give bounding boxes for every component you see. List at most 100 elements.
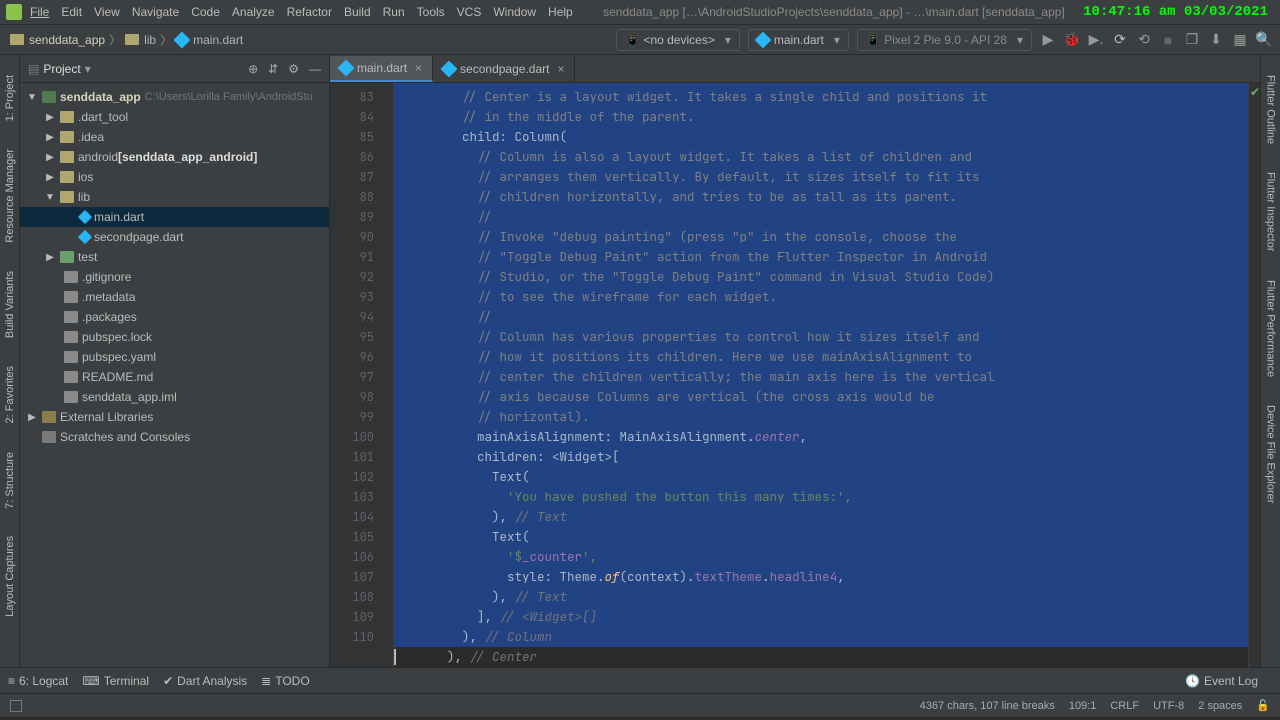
- app-logo-icon: [6, 4, 22, 20]
- tree-item[interactable]: .metadata: [20, 287, 329, 307]
- tool-flutter-inspector[interactable]: Flutter Inspector: [1265, 172, 1277, 251]
- status-line-ending[interactable]: CRLF: [1110, 700, 1139, 712]
- settings-gear-icon[interactable]: ⚙: [288, 62, 299, 76]
- status-lock-icon[interactable]: 🔓: [1256, 699, 1270, 712]
- tree-item[interactable]: ▶.dart_tool: [20, 107, 329, 127]
- search-everywhere-button[interactable]: 🔍: [1255, 31, 1273, 48]
- menu-build[interactable]: Build: [344, 5, 371, 19]
- menu-code[interactable]: Code: [191, 5, 220, 19]
- dart-icon: [754, 31, 771, 48]
- navigation-toolbar: senddata_app 〉 lib 〉 main.dart 📱 <no dev…: [0, 25, 1280, 55]
- tree-item[interactable]: senddata_app.iml: [20, 387, 329, 407]
- tree-item-main-dart[interactable]: main.dart: [20, 207, 329, 227]
- project-icon: [10, 34, 24, 45]
- tree-item[interactable]: ▼lib: [20, 187, 329, 207]
- error-stripe[interactable]: ✔: [1248, 83, 1260, 667]
- right-tool-stripe: Flutter Outline Flutter Inspector Flutte…: [1260, 55, 1280, 667]
- tool-flutter-outline[interactable]: Flutter Outline: [1265, 75, 1277, 144]
- layout-inspector-button[interactable]: ▦: [1231, 31, 1249, 48]
- breadcrumb-file[interactable]: main.dart: [193, 33, 243, 47]
- tab-main-dart[interactable]: main.dart×: [330, 56, 433, 82]
- menu-bar: File Edit View Navigate Code Analyze Ref…: [0, 0, 1280, 25]
- dart-icon: [441, 61, 458, 78]
- editor-tabs: main.dart× secondpage.dart×: [330, 55, 1260, 83]
- clock: 10:47:16 am 03/03/2021: [1083, 4, 1274, 20]
- menu-help[interactable]: Help: [548, 5, 573, 19]
- tree-item[interactable]: ▶ios: [20, 167, 329, 187]
- tool-dart-analysis[interactable]: ✔Dart Analysis: [163, 674, 247, 688]
- tool-flutter-performance[interactable]: Flutter Performance: [1265, 280, 1277, 377]
- line-gutter: 8384858687888990919293949596979899100101…: [330, 83, 380, 667]
- tree-item[interactable]: pubspec.lock: [20, 327, 329, 347]
- device-selector[interactable]: 📱 <no devices>▾: [616, 29, 740, 51]
- tree-item[interactable]: README.md: [20, 367, 329, 387]
- coverage-button[interactable]: ▶.: [1087, 31, 1105, 48]
- menu-window[interactable]: Window: [493, 5, 536, 19]
- sdk-manager-button[interactable]: ⬇: [1207, 31, 1225, 48]
- window-title: senddata_app […\AndroidStudioProjects\se…: [585, 5, 1083, 19]
- scroll-from-source-icon[interactable]: ⊕: [248, 62, 258, 76]
- project-tool-window: ▤ Project ▾ ⊕ ⇵ ⚙ — ▼senddata_appC:\User…: [20, 55, 330, 667]
- tree-root[interactable]: ▼senddata_appC:\Users\Lorilla Family\And…: [20, 87, 329, 107]
- avd-selector[interactable]: 📱 Pixel 2 Pie 9.0 - API 28▾: [857, 29, 1032, 51]
- menu-file[interactable]: File: [30, 5, 49, 19]
- tool-rm[interactable]: Resource Manager: [4, 149, 16, 243]
- tree-scratches[interactable]: Scratches and Consoles: [20, 427, 329, 447]
- status-indent[interactable]: 2 spaces: [1198, 700, 1242, 712]
- menu-refactor[interactable]: Refactor: [287, 5, 332, 19]
- menu-edit[interactable]: Edit: [61, 5, 82, 19]
- tab-secondpage-dart[interactable]: secondpage.dart×: [433, 56, 575, 82]
- fold-gutter[interactable]: [380, 83, 394, 667]
- status-corner-icon[interactable]: [10, 700, 22, 712]
- run-button[interactable]: ▶: [1039, 31, 1057, 48]
- tree-item[interactable]: pubspec.yaml: [20, 347, 329, 367]
- tool-todo[interactable]: ≣TODO: [261, 674, 310, 688]
- debug-button[interactable]: 🐞: [1063, 31, 1081, 48]
- editor[interactable]: 8384858687888990919293949596979899100101…: [330, 83, 1260, 667]
- tree-external-libraries[interactable]: ▶External Libraries: [20, 407, 329, 427]
- text-cursor: [394, 649, 396, 665]
- menu-run[interactable]: Run: [383, 5, 405, 19]
- stop-button[interactable]: ■: [1159, 32, 1177, 48]
- project-header-title[interactable]: Project: [43, 62, 80, 76]
- tool-favorites[interactable]: 2: Favorites: [4, 366, 16, 423]
- breadcrumb-project[interactable]: senddata_app: [29, 33, 105, 47]
- hide-panel-icon[interactable]: —: [309, 62, 321, 76]
- tree-item[interactable]: ▶android [senddata_app_android]: [20, 147, 329, 167]
- menu-analyze[interactable]: Analyze: [232, 5, 275, 19]
- collapse-all-icon[interactable]: ⇵: [268, 62, 278, 76]
- breadcrumb-sep: 〉: [109, 31, 121, 48]
- tool-layout-captures[interactable]: Layout Captures: [4, 536, 16, 617]
- attach-button[interactable]: ⟲: [1135, 31, 1153, 48]
- tool-terminal[interactable]: ⌨Terminal: [82, 674, 149, 688]
- tool-logcat[interactable]: ≡6: Logcat: [8, 674, 68, 688]
- menu-view[interactable]: View: [94, 5, 120, 19]
- close-icon[interactable]: ×: [557, 62, 564, 76]
- tool-device-file-explorer[interactable]: Device File Explorer: [1265, 405, 1277, 503]
- breadcrumb-sep: 〉: [160, 31, 172, 48]
- menu-vcs[interactable]: VCS: [457, 5, 482, 19]
- tool-project[interactable]: 1: Project: [4, 75, 16, 121]
- tree-item[interactable]: ▶test: [20, 247, 329, 267]
- close-icon[interactable]: ×: [415, 61, 422, 75]
- status-bar: 4367 chars, 107 line breaks 109:1 CRLF U…: [0, 693, 1280, 717]
- tool-structure[interactable]: 7: Structure: [4, 452, 16, 509]
- status-encoding[interactable]: UTF-8: [1153, 700, 1184, 712]
- avd-manager-button[interactable]: ❐: [1183, 31, 1201, 48]
- tree-item[interactable]: .packages: [20, 307, 329, 327]
- hot-reload-button[interactable]: ⟳: [1111, 31, 1129, 48]
- run-config-selector[interactable]: main.dart▾: [748, 29, 849, 51]
- tool-event-log[interactable]: 🕓Event Log: [1185, 674, 1258, 688]
- tree-item-secondpage[interactable]: secondpage.dart: [20, 227, 329, 247]
- status-caret-pos[interactable]: 109:1: [1069, 700, 1097, 712]
- code-content[interactable]: // Center is a layout widget. It takes a…: [394, 83, 1248, 667]
- tree-item[interactable]: .gitignore: [20, 267, 329, 287]
- tool-build-variants[interactable]: Build Variants: [4, 271, 16, 338]
- menu-navigate[interactable]: Navigate: [132, 5, 179, 19]
- status-selection: 4367 chars, 107 line breaks: [920, 700, 1055, 712]
- editor-area: main.dart× secondpage.dart× 838485868788…: [330, 55, 1260, 667]
- tree-item[interactable]: ▶.idea: [20, 127, 329, 147]
- project-tree[interactable]: ▼senddata_appC:\Users\Lorilla Family\And…: [20, 83, 329, 451]
- menu-tools[interactable]: Tools: [417, 5, 445, 19]
- breadcrumb-folder[interactable]: lib: [144, 33, 156, 47]
